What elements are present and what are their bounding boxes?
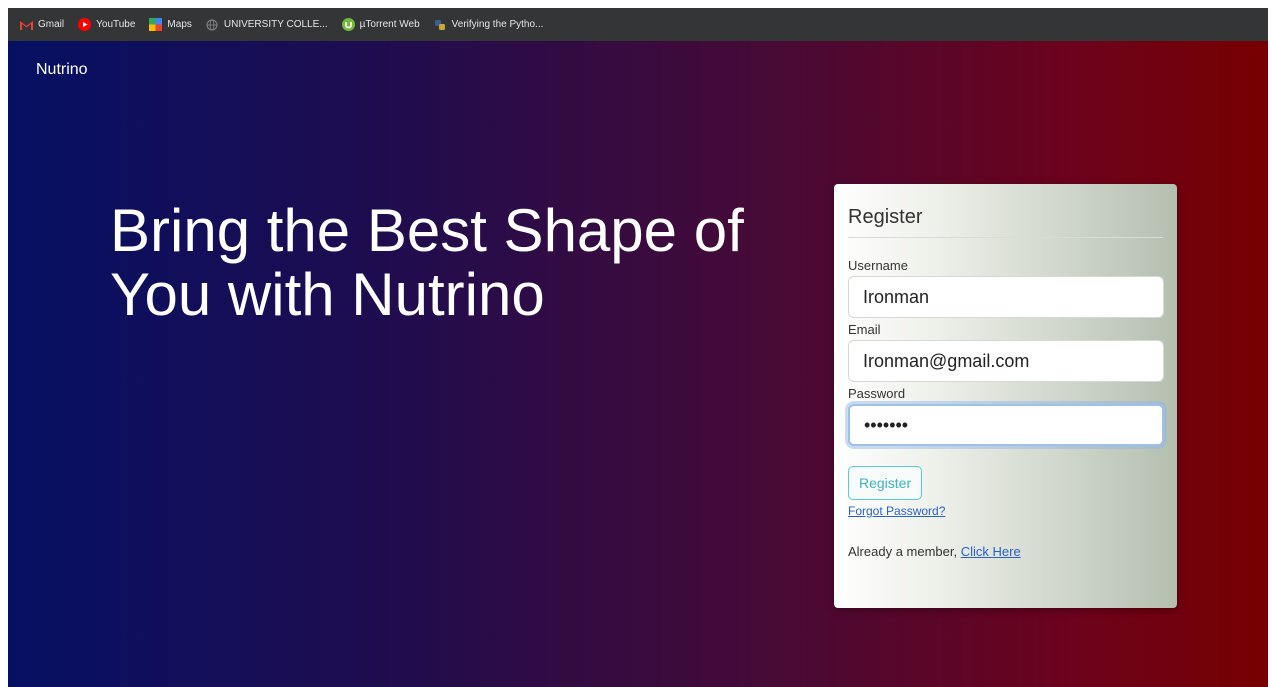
bookmark-maps[interactable]: Maps xyxy=(149,18,192,31)
gmail-icon xyxy=(20,18,33,31)
bookmark-label: Gmail xyxy=(38,19,65,30)
bookmarks-bar: Gmail YouTube Maps UNIVERSITY COLLE... µ… xyxy=(8,8,1268,41)
python-icon xyxy=(434,18,447,31)
maps-icon xyxy=(149,18,163,31)
username-label: Username xyxy=(848,258,908,273)
register-title: Register xyxy=(848,206,1163,238)
register-card: Register Username Email Password Registe… xyxy=(834,184,1177,608)
already-member-label: Already a member, xyxy=(848,544,961,559)
login-click-here-link[interactable]: Click Here xyxy=(961,544,1021,559)
bookmark-label: Verifying the Pytho... xyxy=(451,19,544,30)
browser-viewport: Gmail YouTube Maps UNIVERSITY COLLE... µ… xyxy=(8,8,1268,687)
utorrent-icon xyxy=(341,18,355,31)
forgot-password-link[interactable]: Forgot Password? xyxy=(848,504,1163,518)
password-input[interactable] xyxy=(848,404,1164,446)
bookmark-utorrent[interactable]: µTorrent Web xyxy=(341,18,420,31)
bookmark-label: Maps xyxy=(167,19,192,30)
bookmark-youtube[interactable]: YouTube xyxy=(78,18,135,31)
hero-headline: Bring the Best Shape of You with Nutrino xyxy=(110,199,810,327)
already-member-text: Already a member, Click Here xyxy=(848,544,1163,559)
bookmark-gmail[interactable]: Gmail xyxy=(20,18,64,31)
email-label: Email xyxy=(848,322,881,337)
email-input[interactable] xyxy=(848,340,1164,382)
username-input[interactable] xyxy=(848,276,1164,318)
hero-section: Nutrino Bring the Best Shape of You with… xyxy=(8,41,1268,687)
globe-icon xyxy=(206,18,219,31)
youtube-icon xyxy=(78,18,92,31)
hero-headline-line-2: You with Nutrino xyxy=(110,261,545,328)
bookmark-label: UNIVERSITY COLLE... xyxy=(223,19,328,30)
bookmark-university[interactable]: UNIVERSITY COLLE... xyxy=(206,18,328,31)
register-button[interactable]: Register xyxy=(848,466,923,500)
hero-headline-line-1: Bring the Best Shape of xyxy=(110,197,744,264)
bookmark-label: YouTube xyxy=(96,19,136,30)
bookmark-python[interactable]: Verifying the Pytho... xyxy=(434,18,544,31)
bookmark-label: µTorrent Web xyxy=(359,19,420,30)
password-label: Password xyxy=(848,386,906,401)
brand-logo-text[interactable]: Nutrino xyxy=(36,61,88,79)
